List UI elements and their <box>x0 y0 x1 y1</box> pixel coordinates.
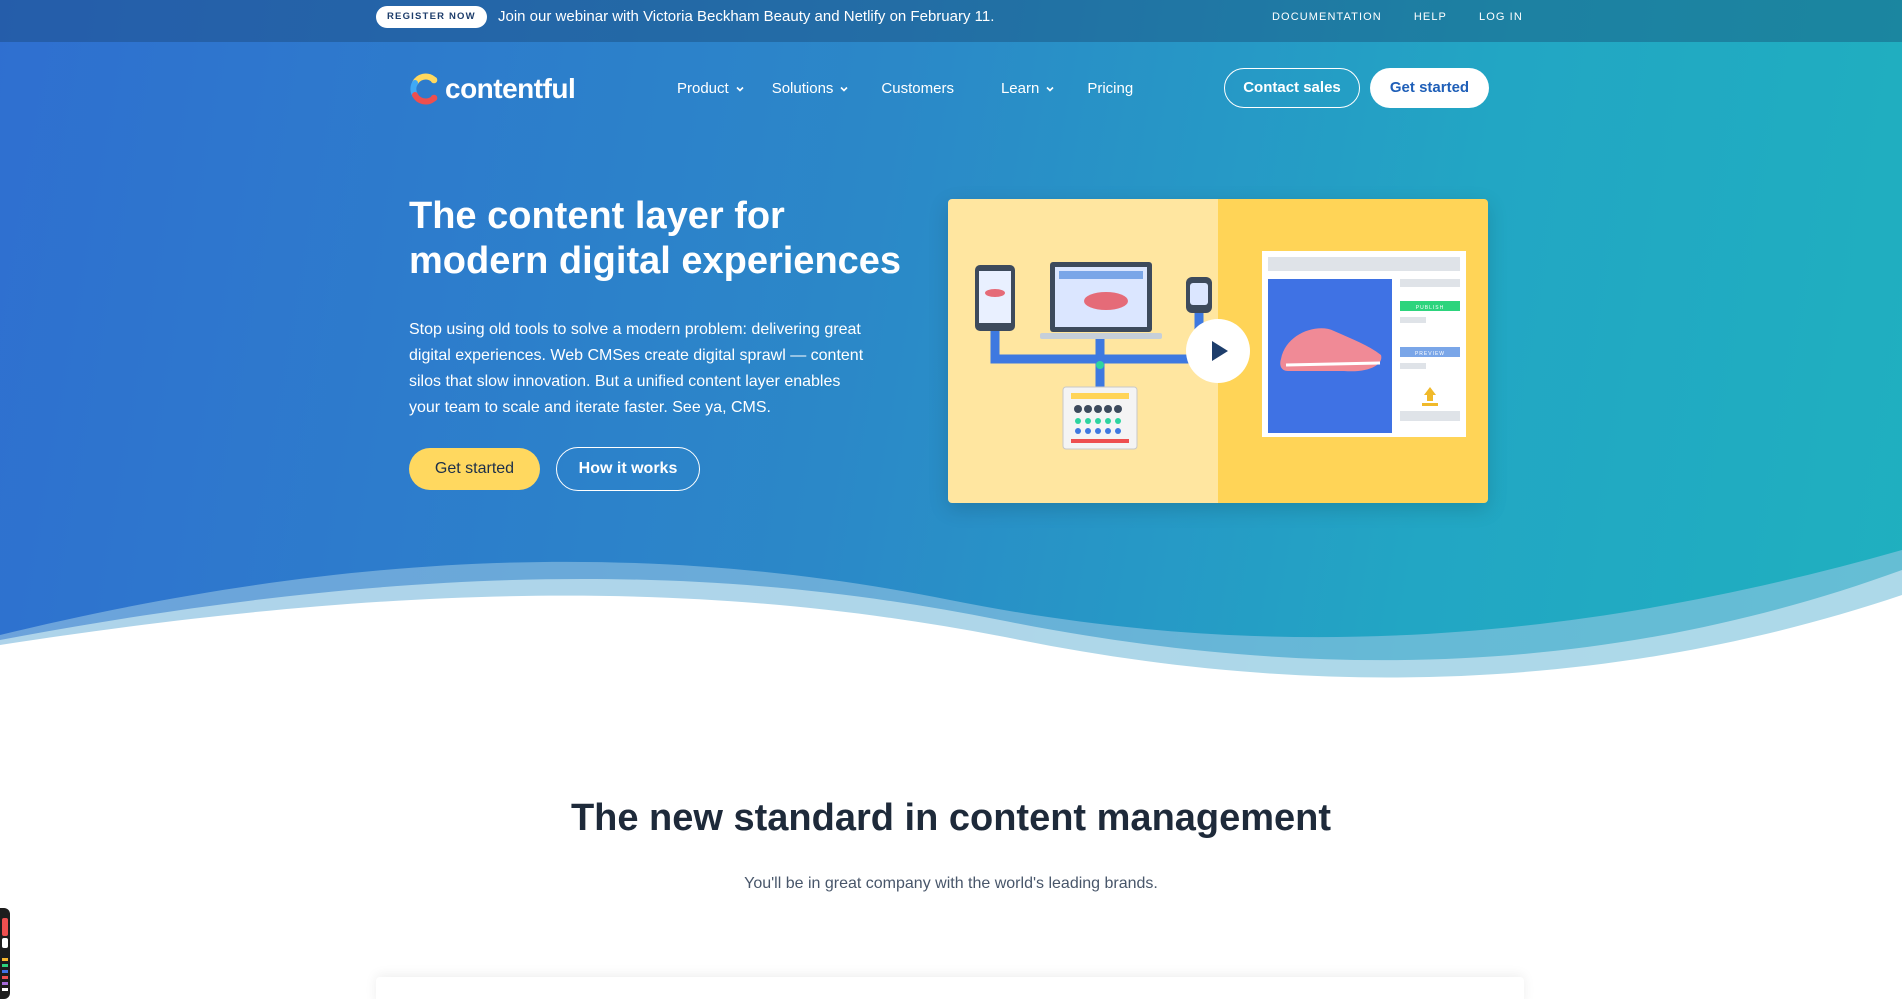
chevron-down-icon <box>1046 86 1054 92</box>
widget-white-mark <box>2 938 8 948</box>
announcement-bar: REGISTER NOW Join our webinar with Victo… <box>0 0 1902 42</box>
contentful-logo[interactable]: contentful <box>409 72 576 106</box>
webinar-announcement-link[interactable]: Join our webinar with Victoria Beckham B… <box>498 8 994 26</box>
contentful-logo-icon <box>410 73 438 105</box>
video-illustration: PUBLISH PREVIEW <box>948 199 1488 503</box>
floating-side-widget[interactable] <box>0 908 10 999</box>
publish-label: PUBLISH <box>1416 305 1444 311</box>
help-link[interactable]: HELP <box>1414 10 1447 24</box>
product-video[interactable]: PUBLISH PREVIEW <box>948 199 1488 503</box>
chevron-down-icon <box>840 86 848 92</box>
main-nav: contentful Product Solutions Customers L… <box>0 68 1902 110</box>
hero-title: The content layer for modern digital exp… <box>409 195 902 282</box>
nav-item-label: Customers <box>881 80 954 97</box>
nav-item-label: Learn <box>1000 80 1040 97</box>
get-started-hero-button[interactable]: Get started <box>409 448 540 490</box>
how-it-works-button[interactable]: How it works <box>556 447 700 491</box>
logo-text: contentful <box>445 73 576 104</box>
hero-description: Stop using old tools to solve a modern p… <box>409 321 864 416</box>
nav-item-label: Pricing <box>1087 80 1134 97</box>
widget-stripe <box>2 958 8 961</box>
hero-wave <box>0 550 1902 710</box>
brand-logos-card <box>376 977 1524 999</box>
contact-sales-button[interactable]: Contact sales <box>1224 68 1360 108</box>
nav-item-solutions[interactable]: Solutions <box>772 80 850 98</box>
register-now-button[interactable]: REGISTER NOW <box>376 6 487 28</box>
documentation-link[interactable]: DOCUMENTATION <box>1272 10 1382 24</box>
play-icon[interactable] <box>1186 319 1250 383</box>
widget-stripe <box>2 964 8 967</box>
widget-red-mark <box>2 918 8 936</box>
section-title: The new standard in content management <box>570 797 1332 839</box>
nav-item-customers[interactable]: Customers <box>881 80 954 98</box>
nav-item-label: Product <box>677 80 729 97</box>
widget-stripe <box>2 982 8 985</box>
widget-stripe <box>2 970 8 973</box>
widget-stripe <box>2 976 8 979</box>
widget-stripe <box>2 988 8 991</box>
section-subtitle: You'll be in great company with the worl… <box>744 875 1158 892</box>
nav-item-learn[interactable]: Learn <box>1001 80 1055 98</box>
utility-links: DOCUMENTATION HELP LOG IN <box>1272 10 1523 24</box>
preview-label: PREVIEW <box>1415 351 1445 357</box>
nav-menu: Product Solutions Customers Learn Pricin… <box>677 80 1133 98</box>
chevron-down-icon <box>736 86 744 92</box>
nav-item-label: Solutions <box>771 80 834 97</box>
log-in-link[interactable]: LOG IN <box>1479 10 1523 24</box>
nav-item-pricing[interactable]: Pricing <box>1087 80 1133 98</box>
get-started-nav-button[interactable]: Get started <box>1370 68 1489 108</box>
nav-item-product[interactable]: Product <box>677 80 745 98</box>
